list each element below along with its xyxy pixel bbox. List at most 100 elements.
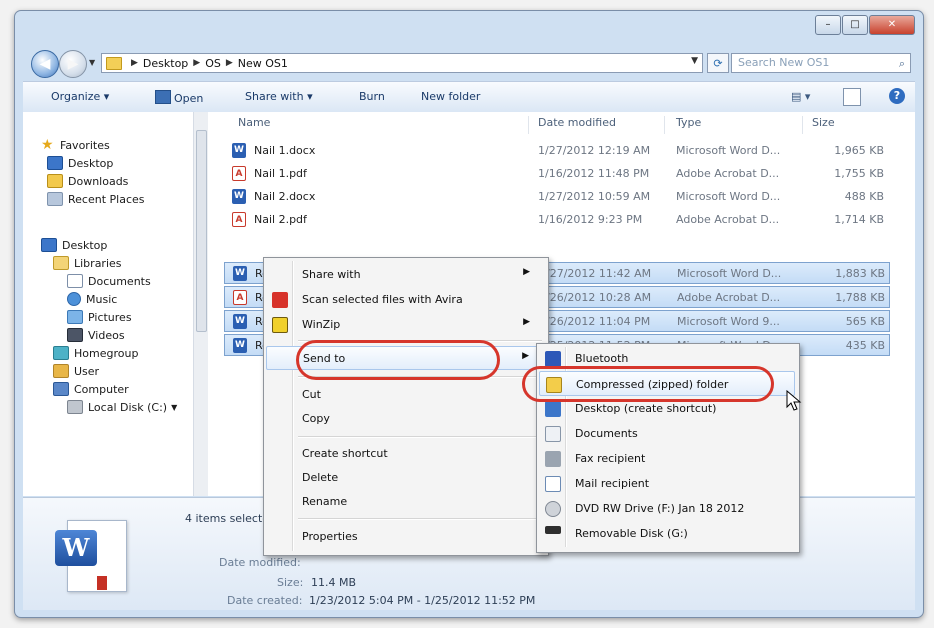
breadcrumb-separator-icon[interactable]: ▶: [226, 58, 233, 68]
sidebar-item-label: Computer: [74, 382, 129, 396]
table-row[interactable]: W Nail 1.docx 1/27/2012 12:19 AM Microso…: [224, 140, 890, 162]
desktop-icon: [545, 401, 561, 417]
submenu-arrow-icon: ▶: [523, 267, 530, 277]
breadcrumb-separator-icon[interactable]: ▶: [131, 58, 138, 68]
menu-item-winzip[interactable]: WinZip ▶: [266, 313, 544, 337]
word-document-icon: W: [233, 314, 247, 329]
refresh-button[interactable]: ⟳: [707, 53, 729, 73]
sidebar-item-downloads[interactable]: Downloads: [47, 172, 128, 190]
maximize-button[interactable]: □: [842, 15, 868, 35]
burn-button[interactable]: Burn: [359, 90, 385, 103]
table-row[interactable]: W Nail 2.docx 1/27/2012 10:59 AM Microso…: [224, 186, 890, 208]
sidebar-item-music[interactable]: Music: [67, 290, 117, 308]
sidebar-item-pictures[interactable]: Pictures: [67, 308, 132, 326]
menu-item-label: Create shortcut: [302, 447, 388, 460]
menu-item-fax-recipient[interactable]: Fax recipient: [539, 446, 795, 471]
pdf-document-icon: A: [232, 212, 246, 227]
menu-item-documents[interactable]: Documents: [539, 421, 795, 446]
homegroup-icon: [53, 346, 69, 360]
preview-pane-icon[interactable]: [843, 88, 861, 106]
menu-item-delete[interactable]: Delete: [266, 466, 544, 490]
menu-item-bluetooth[interactable]: Bluetooth: [539, 346, 795, 371]
table-row[interactable]: A Nail 2.pdf 1/16/2012 9:23 PM Adobe Acr…: [224, 209, 890, 231]
open-button[interactable]: Open: [155, 90, 203, 105]
menu-item-rename[interactable]: Rename: [266, 490, 544, 514]
search-input[interactable]: Search New OS1 ⌕: [731, 53, 911, 73]
sidebar-item-user[interactable]: User: [53, 362, 99, 380]
submenu-arrow-icon: ▶: [522, 351, 529, 361]
menu-item-label: Scan selected files with Avira: [302, 293, 463, 306]
sidebar-item-recent-places[interactable]: Recent Places: [47, 190, 145, 208]
column-divider[interactable]: [664, 116, 665, 134]
file-size: 1,788 KB: [835, 291, 885, 304]
breadcrumb-new-os1[interactable]: New OS1: [238, 57, 288, 70]
menu-item-removable-disk[interactable]: Removable Disk (G:): [539, 521, 795, 546]
sidebar-item-label: Desktop: [68, 156, 114, 170]
scrollbar-thumb[interactable]: [196, 130, 207, 332]
file-type: Adobe Acrobat D...: [677, 291, 781, 304]
menu-item-cut[interactable]: Cut: [266, 383, 544, 407]
menu-item-scan-avira[interactable]: Scan selected files with Avira: [266, 288, 544, 312]
menu-item-compressed-folder[interactable]: Compressed (zipped) folder: [539, 371, 795, 396]
file-type: Adobe Acrobat D...: [676, 167, 780, 180]
menu-item-send-to[interactable]: Send to ▶: [266, 346, 544, 370]
menu-item-create-shortcut[interactable]: Create shortcut: [266, 442, 544, 466]
menu-item-share-with[interactable]: Share with ▶: [266, 263, 544, 287]
new-folder-button[interactable]: New folder: [421, 90, 480, 103]
menu-item-properties[interactable]: Properties: [266, 525, 544, 549]
computer-icon: [53, 382, 69, 396]
breadcrumb-desktop[interactable]: Desktop: [143, 57, 188, 70]
desktop-icon: [47, 156, 63, 170]
breadcrumb-separator-icon[interactable]: ▶: [193, 58, 200, 68]
dvd-icon: [545, 501, 561, 517]
command-toolbar: Organize ▾ Open Share with ▾ Burn New fo…: [23, 81, 915, 113]
fax-icon: [545, 451, 561, 467]
menu-item-dvd-drive[interactable]: DVD RW Drive (F:) Jan 18 2012: [539, 496, 795, 521]
organize-button[interactable]: Organize ▾: [51, 90, 109, 103]
file-date: 1/26/2012 11:04 PM: [539, 315, 651, 328]
open-label: Open: [174, 92, 204, 105]
sidebar-item-local-disk[interactable]: Local Disk (C:) ▼: [67, 398, 177, 416]
menu-item-desktop-shortcut[interactable]: Desktop (create shortcut): [539, 396, 795, 421]
breadcrumb-os[interactable]: OS: [205, 57, 221, 70]
menu-item-label: Copy: [302, 412, 330, 425]
column-header-name[interactable]: Name: [238, 116, 270, 136]
minimize-button[interactable]: –: [815, 15, 841, 35]
address-bar[interactable]: ▶ Desktop ▶ OS ▶ New OS1 ▼: [101, 53, 703, 73]
recent-pages-dropdown-icon[interactable]: ▼: [89, 58, 95, 67]
menu-item-label: Compressed (zipped) folder: [576, 378, 729, 391]
column-divider[interactable]: [528, 116, 529, 134]
share-with-button[interactable]: Share with ▾: [245, 90, 313, 103]
menu-item-copy[interactable]: Copy: [266, 407, 544, 431]
table-row[interactable]: A Nail 1.pdf 1/16/2012 11:48 PM Adobe Ac…: [224, 163, 890, 185]
sidebar-item-computer[interactable]: Computer: [53, 380, 129, 398]
column-divider[interactable]: [802, 116, 803, 134]
help-icon[interactable]: ?: [889, 88, 905, 104]
date-created-label: Date created:: [227, 594, 303, 607]
forward-button[interactable]: ▶: [59, 50, 87, 78]
menu-item-label: Share with: [302, 268, 361, 281]
menu-item-mail-recipient[interactable]: Mail recipient: [539, 471, 795, 496]
size-value: 11.4 MB: [311, 576, 357, 589]
size-label: Size:: [277, 576, 304, 589]
menu-item-label: Fax recipient: [575, 452, 646, 465]
zip-folder-icon: [546, 377, 562, 393]
column-header-date[interactable]: Date modified: [538, 116, 616, 136]
column-header-type[interactable]: Type: [676, 116, 701, 136]
menu-separator: [298, 518, 542, 520]
star-icon: ★: [41, 137, 54, 153]
sidebar-item-desktop[interactable]: Desktop: [47, 154, 113, 172]
sidebar-item-favorites[interactable]: ★ Favorites: [41, 136, 110, 154]
sidebar-item-libraries[interactable]: Libraries: [53, 254, 122, 272]
sidebar-item-desktop-root[interactable]: Desktop: [41, 236, 107, 254]
change-view-icon[interactable]: ▤ ▾: [791, 90, 810, 106]
column-header-size[interactable]: Size: [812, 116, 835, 136]
sidebar-item-documents[interactable]: Documents: [67, 272, 151, 290]
navigation-scrollbar[interactable]: [193, 112, 208, 496]
close-button[interactable]: ✕: [869, 15, 915, 35]
sidebar-item-homegroup[interactable]: Homegroup: [53, 344, 138, 362]
chevron-down-icon: ▼: [171, 402, 178, 412]
back-button[interactable]: ◀: [31, 50, 59, 78]
sidebar-item-videos[interactable]: Videos: [67, 326, 125, 344]
address-dropdown-icon[interactable]: ▼: [691, 56, 698, 66]
